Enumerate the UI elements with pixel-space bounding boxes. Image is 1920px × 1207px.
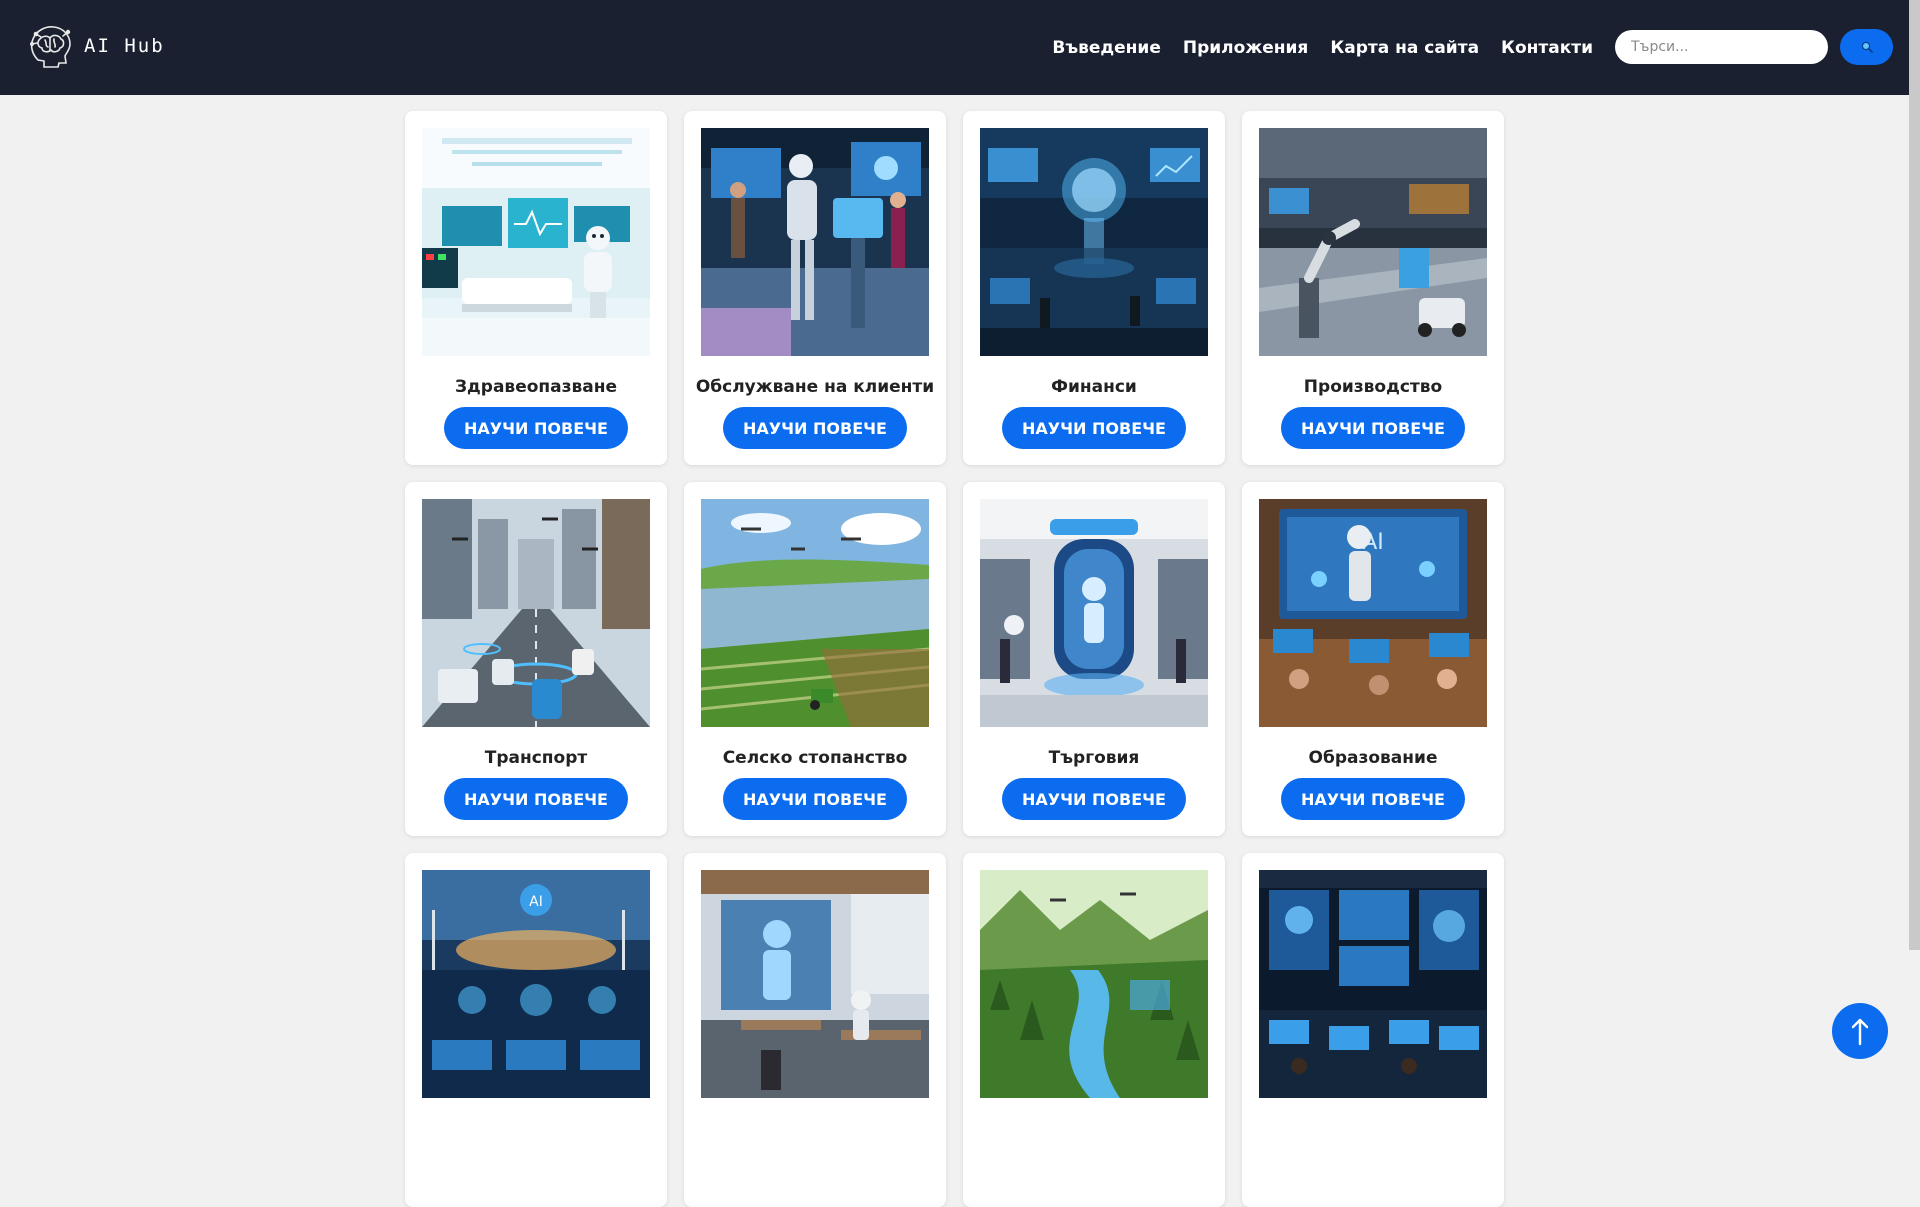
search-button[interactable] [1840,29,1893,65]
factory-robot-arm-image[interactable] [1259,128,1487,356]
main-nav: Въведение Приложения Карта на сайта Конт… [1052,0,1593,95]
card-office [684,853,946,1207]
card-title: Търговия [1048,748,1140,768]
card-environment [963,853,1225,1207]
arrow-up-icon [1851,1018,1869,1046]
brand[interactable]: AI Hub [24,20,165,72]
smart-city-traffic-image[interactable] [422,499,650,727]
finance-hologram-image[interactable] [980,128,1208,356]
card-education: AI Образование НАУЧИ ПОВЕЧЕ [1242,482,1504,836]
customer-service-robot-image[interactable] [701,128,929,356]
learn-more-button[interactable]: НАУЧИ ПОВЕЧЕ [444,407,628,449]
card-transport: Транспорт НАУЧИ ПОВЕЧЕ [405,482,667,836]
card-title: Здравеопазване [454,377,617,397]
card-finance: Финанси НАУЧИ ПОВЕЧЕ [963,111,1225,465]
energy-control-room-image[interactable]: AI [422,870,650,1098]
nav-item-sitemap[interactable]: Карта на сайта [1330,38,1479,58]
card-retail: Търговия НАУЧИ ПОВЕЧЕ [963,482,1225,836]
brain-head-icon [30,26,71,68]
card-manufacturing: Производство НАУЧИ ПОВЕЧЕ [1242,111,1504,465]
learn-more-button[interactable]: НАУЧИ ПОВЕЧЕ [1002,407,1186,449]
card-title: Транспорт [484,748,588,768]
scrollbar-thumb[interactable] [1909,0,1920,950]
nav-item-introduction[interactable]: Въведение [1052,38,1160,58]
learn-more-button[interactable]: НАУЧИ ПОВЕЧЕ [1002,778,1186,820]
card-title: Производство [1303,377,1443,397]
search-icon [1861,41,1873,53]
card-energy: AI [405,853,667,1207]
card-customer-service: Обслужване на клиенти НАУЧИ ПОВЕЧЕ [684,111,946,465]
card-agriculture: Селско стопанство НАУЧИ ПОВЕЧЕ [684,482,946,836]
scrollbar-track[interactable] [1909,950,1920,1080]
card-healthcare: Здравеопазване НАУЧИ ПОВЕЧЕ [405,111,667,465]
card-title: Селско стопанство [722,748,908,768]
search-input[interactable] [1615,30,1828,64]
nav-item-applications[interactable]: Приложения [1183,38,1308,58]
forest-river-drones-image[interactable] [980,870,1208,1098]
security-operations-center-image[interactable] [1259,870,1487,1098]
svg-text:AI: AI [529,894,543,910]
applications-grid: Здравеопазване НАУЧИ ПОВЕЧЕ Обслужване н… [405,111,1505,1207]
smart-farm-drones-image[interactable] [701,499,929,727]
healthcare-robot-image[interactable] [422,128,650,356]
nav-item-contacts[interactable]: Контакти [1501,38,1593,58]
retail-store-ai-image[interactable] [980,499,1208,727]
learn-more-button[interactable]: НАУЧИ ПОВЕЧЕ [444,778,628,820]
classroom-robot-image[interactable]: AI [1259,499,1487,727]
card-title: Образование [1308,748,1438,768]
card-title: Финанси [1051,377,1137,397]
learn-more-button[interactable]: НАУЧИ ПОВЕЧЕ [1281,407,1465,449]
learn-more-button[interactable]: НАУЧИ ПОВЕЧЕ [723,778,907,820]
top-navbar: AI Hub Въведение Приложения Карта на сай… [0,0,1909,95]
brand-name: AI Hub [84,35,165,57]
office-ai-hologram-image[interactable] [701,870,929,1098]
card-security [1242,853,1504,1207]
back-to-top-button[interactable] [1832,1003,1888,1059]
learn-more-button[interactable]: НАУЧИ ПОВЕЧЕ [1281,778,1465,820]
learn-more-button[interactable]: НАУЧИ ПОВЕЧЕ [723,407,907,449]
card-title: Обслужване на клиенти [695,377,935,397]
